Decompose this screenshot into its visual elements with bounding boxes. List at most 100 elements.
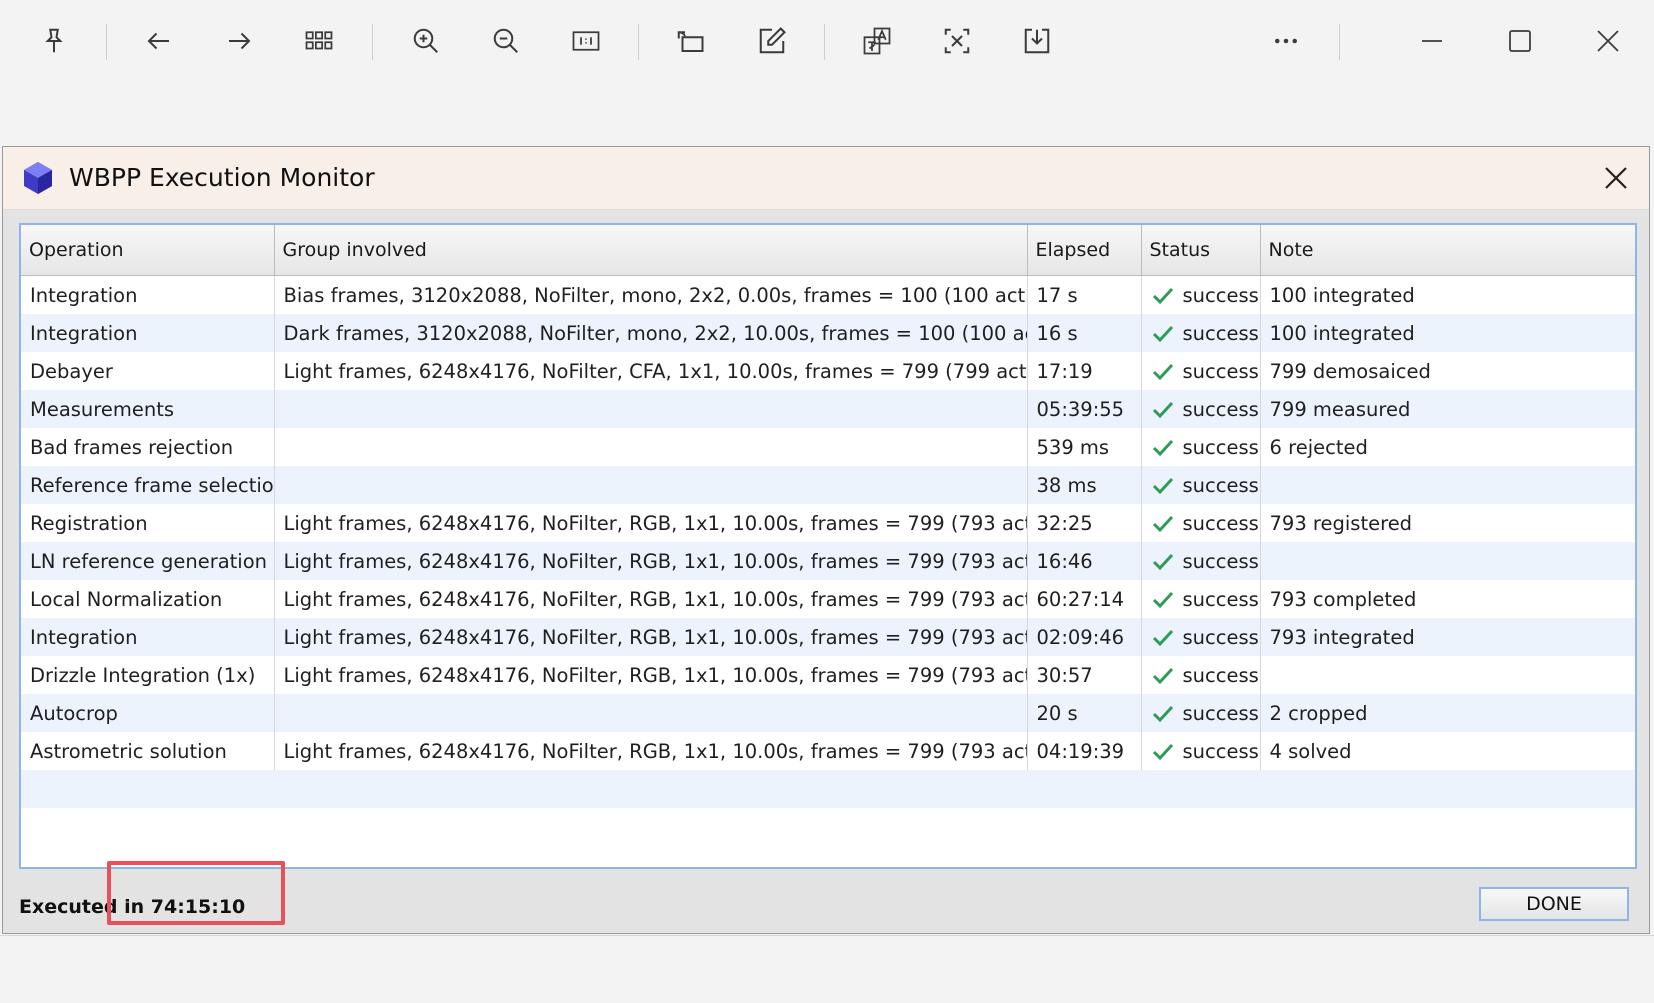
extract-text-icon[interactable] bbox=[933, 18, 981, 64]
more-icon[interactable] bbox=[1262, 18, 1310, 64]
table-row[interactable]: Integration Dark frames, 3120x2088, NoFil… bbox=[21, 314, 1635, 352]
forward-arrow-icon[interactable] bbox=[215, 18, 263, 64]
status-cell: success bbox=[1141, 390, 1261, 428]
elapsed-cell: 16:46 bbox=[1027, 542, 1142, 580]
edit-icon[interactable] bbox=[748, 18, 796, 64]
check-icon bbox=[1152, 629, 1173, 647]
operation-cell: Drizzle Integration (1x) bbox=[21, 656, 275, 694]
note-cell: 4 solved bbox=[1260, 732, 1635, 770]
operation-cell: Bad frames rejection bbox=[21, 428, 275, 466]
group-cell: Light frames, 6248x4176, NoFilter, RGB, … bbox=[274, 618, 1028, 656]
note-cell: 6 rejected bbox=[1260, 428, 1635, 466]
status-text: success bbox=[1182, 739, 1259, 763]
dialog-titlebar: WBPP Execution Monitor bbox=[3, 147, 1649, 210]
check-icon bbox=[1152, 363, 1173, 381]
status-text: success bbox=[1182, 625, 1259, 649]
zoom-out-icon[interactable] bbox=[482, 18, 530, 64]
note-cell: 793 registered bbox=[1260, 504, 1635, 542]
check-icon bbox=[1152, 705, 1173, 723]
actual-size-icon[interactable] bbox=[562, 18, 610, 64]
close-icon[interactable] bbox=[1584, 18, 1632, 64]
operation-cell: Integration bbox=[21, 275, 275, 314]
operation-cell: Registration bbox=[21, 504, 275, 542]
elapsed-cell: 04:19:39 bbox=[1027, 732, 1142, 770]
column-header-group[interactable]: Group involved bbox=[274, 225, 1028, 276]
table-row[interactable]: Autocrop 20 s success 2 cropped bbox=[21, 694, 1635, 732]
empty-row bbox=[21, 808, 1635, 846]
status-text: success bbox=[1182, 473, 1259, 497]
note-cell: 793 integrated bbox=[1260, 618, 1635, 656]
grid-view-icon[interactable] bbox=[295, 18, 343, 64]
operation-cell: Reference frame selection bbox=[21, 466, 275, 504]
column-header-note[interactable]: Note bbox=[1260, 225, 1635, 276]
group-cell bbox=[274, 428, 1028, 466]
status-cell: success bbox=[1141, 504, 1261, 542]
status-wrapper: success bbox=[1151, 504, 1260, 542]
group-cell: Light frames, 6248x4176, NoFilter, RGB, … bbox=[274, 656, 1028, 694]
operation-cell: LN reference generation bbox=[21, 542, 275, 580]
check-icon bbox=[1152, 287, 1173, 305]
translate-icon[interactable] bbox=[853, 18, 901, 64]
status-wrapper: success bbox=[1151, 276, 1260, 314]
table-row[interactable]: Local Normalization Light frames, 6248x41… bbox=[21, 580, 1635, 618]
elapsed-cell: 17 s bbox=[1027, 275, 1142, 314]
status-cell: success bbox=[1141, 542, 1261, 580]
toolbar-divider bbox=[1339, 24, 1340, 60]
status-cell: success bbox=[1141, 732, 1261, 770]
operation-cell: Integration bbox=[21, 314, 275, 352]
viewer-canvas-bottom bbox=[0, 935, 1654, 1003]
check-icon bbox=[1152, 477, 1173, 495]
toolbar-divider bbox=[824, 24, 825, 60]
note-cell bbox=[1260, 466, 1635, 504]
rotate-icon[interactable] bbox=[666, 18, 714, 64]
toolbar-divider bbox=[372, 24, 373, 60]
table-row[interactable]: Integration Light frames, 6248x4176, NoFi… bbox=[21, 618, 1635, 656]
status-cell: success bbox=[1141, 352, 1261, 390]
column-header-elapsed[interactable]: Elapsed bbox=[1027, 225, 1142, 276]
operation-cell: Integration bbox=[21, 618, 275, 656]
status-wrapper: success bbox=[1151, 656, 1260, 694]
done-button[interactable]: DONE bbox=[1479, 887, 1629, 921]
status-text: success bbox=[1182, 283, 1259, 307]
dialog-close-icon[interactable] bbox=[1597, 159, 1635, 197]
table-row[interactable]: LN reference generation Light frames, 624… bbox=[21, 542, 1635, 580]
status-wrapper: success bbox=[1151, 428, 1260, 466]
note-cell: 799 measured bbox=[1260, 390, 1635, 428]
elapsed-cell: 20 s bbox=[1027, 694, 1142, 732]
table-row[interactable]: Drizzle Integration (1x) Light frames, 62… bbox=[21, 656, 1635, 694]
empty-row bbox=[21, 770, 1635, 808]
zoom-in-icon[interactable] bbox=[402, 18, 450, 64]
check-icon bbox=[1152, 667, 1173, 685]
table-row[interactable]: Reference frame selection 38 ms success bbox=[21, 466, 1635, 504]
status-cell: success bbox=[1141, 656, 1261, 694]
status-text: success bbox=[1182, 321, 1259, 345]
viewer-toolbar bbox=[0, 0, 1654, 85]
column-header-status[interactable]: Status bbox=[1141, 225, 1261, 276]
table-row[interactable]: Integration Bias frames, 3120x2088, NoFil… bbox=[21, 275, 1635, 314]
table-row[interactable]: Debayer Light frames, 6248x4176, NoFilter… bbox=[21, 352, 1635, 390]
column-header-operation[interactable]: Operation bbox=[21, 225, 275, 276]
execution-table: Operation Group involved Elapsed Status … bbox=[19, 223, 1637, 869]
note-cell: 799 demosaiced bbox=[1260, 352, 1635, 390]
back-arrow-icon[interactable] bbox=[135, 18, 183, 64]
table-row[interactable]: Measurements 05:39:55 success 799 measured bbox=[21, 390, 1635, 428]
save-icon[interactable] bbox=[1013, 18, 1061, 64]
minimize-icon[interactable] bbox=[1408, 18, 1456, 64]
check-icon bbox=[1152, 401, 1173, 419]
group-cell: Light frames, 6248x4176, NoFilter, RGB, … bbox=[274, 732, 1028, 770]
table-row[interactable]: Astrometric solution Light frames, 6248x4… bbox=[21, 732, 1635, 770]
group-cell bbox=[274, 466, 1028, 504]
status-text: success bbox=[1182, 397, 1259, 421]
status-text: success bbox=[1182, 435, 1259, 459]
status-text: success bbox=[1182, 511, 1259, 535]
status-text: success bbox=[1182, 549, 1259, 573]
empty-cell bbox=[21, 770, 1635, 808]
group-cell bbox=[274, 694, 1028, 732]
status-cell: success bbox=[1141, 618, 1261, 656]
elapsed-cell: 539 ms bbox=[1027, 428, 1142, 466]
table-row[interactable]: Registration Light frames, 6248x4176, NoF… bbox=[21, 504, 1635, 542]
maximize-icon[interactable] bbox=[1496, 18, 1544, 64]
status-wrapper: success bbox=[1151, 694, 1260, 732]
pin-icon[interactable] bbox=[30, 18, 78, 64]
table-row[interactable]: Bad frames rejection 539 ms success 6 rejec… bbox=[21, 428, 1635, 466]
